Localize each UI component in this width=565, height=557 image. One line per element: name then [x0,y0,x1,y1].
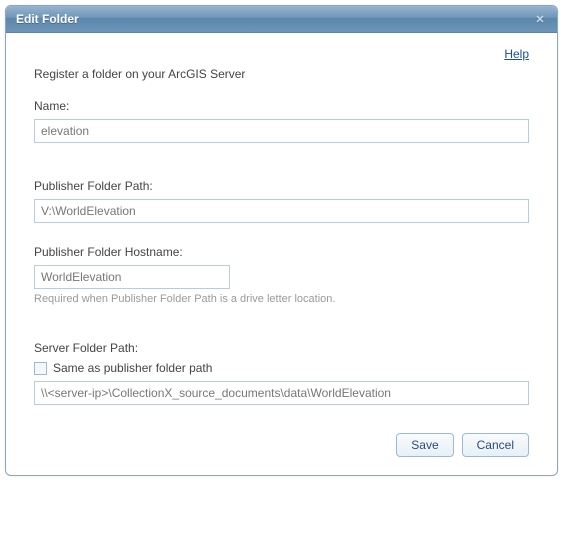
publisher-path-input[interactable] [34,199,529,223]
server-path-label: Server Folder Path: [34,341,529,355]
dialog-title: Edit Folder [16,12,79,26]
publisher-path-label: Publisher Folder Path: [34,179,529,193]
cancel-button[interactable]: Cancel [462,433,529,457]
server-path-input[interactable] [34,381,529,405]
save-button[interactable]: Save [396,433,453,457]
same-as-publisher-label: Same as publisher folder path [53,361,212,375]
name-label: Name: [34,99,529,113]
edit-folder-dialog: Edit Folder ✕ Help Register a folder on … [5,5,558,476]
lead-text: Register a folder on your ArcGIS Server [34,67,529,81]
publisher-host-label: Publisher Folder Hostname: [34,245,529,259]
dialog-body: Help Register a folder on your ArcGIS Se… [6,33,557,475]
help-link[interactable]: Help [504,47,529,61]
name-input[interactable] [34,119,529,143]
publisher-host-input[interactable] [34,265,230,289]
publisher-host-hint: Required when Publisher Folder Path is a… [34,293,529,305]
close-icon[interactable]: ✕ [533,12,547,26]
same-as-publisher-checkbox[interactable] [34,362,47,375]
dialog-titlebar[interactable]: Edit Folder ✕ [6,6,557,33]
